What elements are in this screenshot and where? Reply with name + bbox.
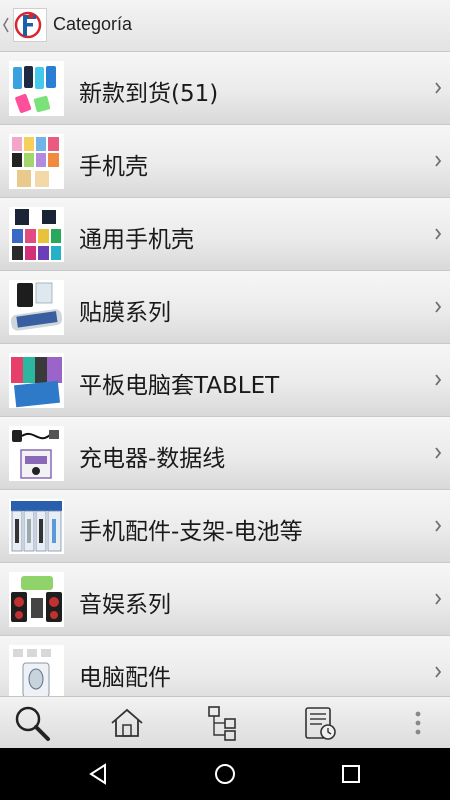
category-thumbnail [9,207,64,262]
category-item-accessories[interactable]: 手机配件-支架-电池等 [0,490,450,563]
category-label: 充电器-数据线 [79,446,226,472]
bottom-tab-bar [0,696,450,748]
home-icon[interactable] [107,703,147,743]
category-item-tablet-cases[interactable]: 平板电脑套TABLET [0,344,450,417]
home-circle-icon[interactable] [213,762,237,786]
history-list-icon[interactable] [300,703,340,743]
category-thumbnail [9,353,64,408]
category-label: 平板电脑套TABLET [79,373,280,399]
category-thumbnail [9,134,64,189]
chevron-right-icon [435,520,442,532]
category-thumbnail [9,645,64,696]
category-item-audio[interactable]: 音娱系列 [0,563,450,636]
search-icon[interactable] [12,703,52,743]
category-item-chargers[interactable]: 充电器-数据线 [0,417,450,490]
chevron-right-icon [435,301,442,313]
category-label: 音娱系列 [79,592,171,618]
chevron-right-icon [435,447,442,459]
category-item-new-arrivals[interactable]: 新款到货(51) [0,52,450,125]
category-item-phone-cases[interactable]: 手机壳 [0,125,450,198]
category-tree-icon[interactable] [203,703,243,743]
app-header: Categoría [0,0,450,52]
category-label: 贴膜系列 [79,300,171,326]
logo-mark-icon [14,11,42,39]
category-label: 电脑配件 [79,665,171,691]
category-label: 新款到货(51) [79,81,219,107]
category-thumbnail [9,61,64,116]
page-title: Categoría [53,14,133,34]
back-triangle-icon[interactable] [87,762,111,786]
recents-square-icon[interactable] [339,762,363,786]
category-thumbnail [9,572,64,627]
chevron-right-icon [435,593,442,605]
system-nav-bar [0,748,450,800]
more-icon[interactable] [398,703,438,743]
category-thumbnail [9,499,64,554]
chevron-right-icon [435,228,442,240]
category-label: 手机壳 [79,154,148,180]
back-icon[interactable] [2,14,10,36]
category-thumbnail [9,280,64,335]
category-item-computer-accessories[interactable]: 电脑配件 [0,636,450,696]
category-item-universal-cases[interactable]: 通用手机壳 [0,198,450,271]
chevron-right-icon [435,82,442,94]
category-item-screen-protectors[interactable]: 贴膜系列 [0,271,450,344]
chevron-right-icon [435,374,442,386]
chevron-right-icon [435,155,442,167]
app-logo[interactable] [13,8,47,42]
category-thumbnail [9,426,64,481]
category-label: 手机配件-支架-电池等 [79,519,303,545]
category-label: 通用手机壳 [79,227,194,253]
chevron-right-icon [435,666,442,678]
category-list: 新款到货(51) 手机壳 通用手机壳 贴膜系列 平板电脑套TABLET 充电器-… [0,52,450,696]
